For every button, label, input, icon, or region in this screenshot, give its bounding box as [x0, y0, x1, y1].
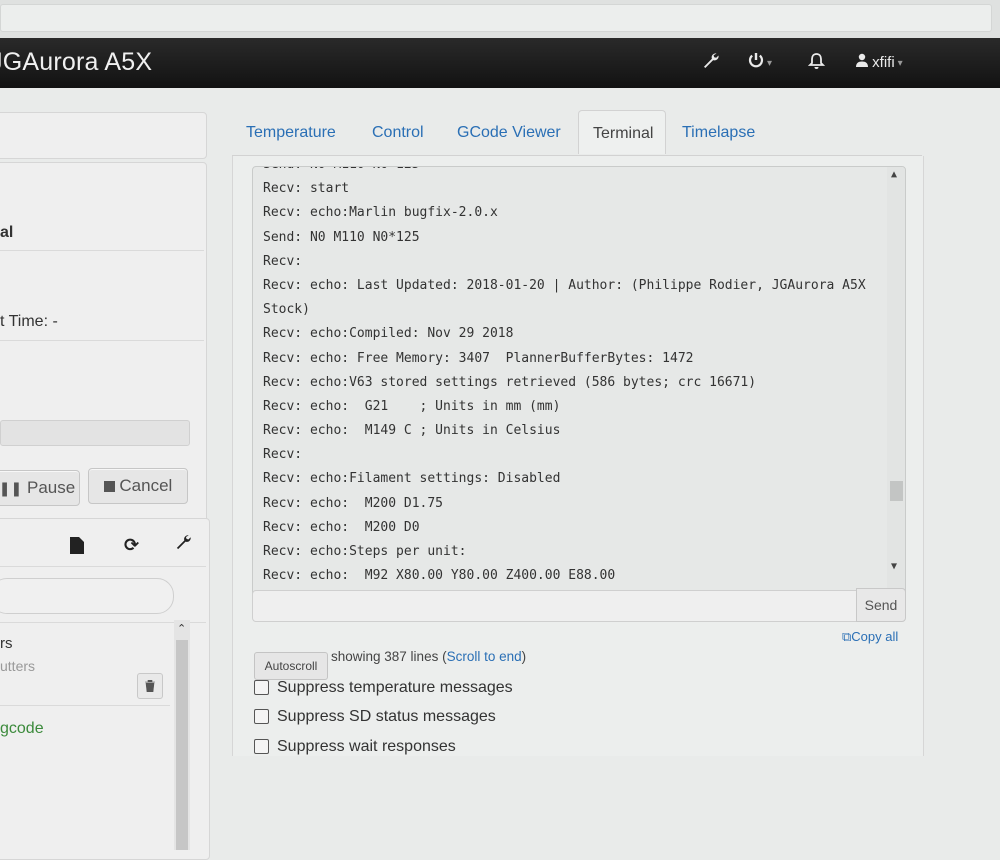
line-count-text: showing 387 lines (	[331, 649, 447, 664]
cancel-label: Cancel	[119, 476, 173, 495]
suppress-temperature-option[interactable]: Suppress temperature messages	[254, 679, 513, 697]
chevron-down-icon[interactable]: ▼	[891, 561, 897, 572]
wrench-icon[interactable]	[175, 534, 192, 556]
user-menu[interactable]: xfifi ▾	[856, 53, 903, 71]
scroll-to-end-link[interactable]: Scroll to end	[447, 649, 522, 664]
suppress-wait-checkbox[interactable]	[254, 739, 269, 755]
terminal-line: Recv: echo: Free Memory: 3407 PlannerBuf…	[263, 350, 694, 366]
power-icon[interactable]: ▾	[748, 52, 772, 73]
terminal-line: Recv: echo:Filament settings: Disabled	[263, 471, 561, 487]
terminal-line: Recv: echo: M149 C ; Units in Celsius	[263, 423, 561, 439]
connection-panel	[0, 112, 207, 159]
print-time-label: t Time: -	[0, 313, 58, 330]
copy-all-label: Copy all	[851, 629, 899, 644]
send-button[interactable]: Send	[856, 588, 906, 622]
cancel-button[interactable]: Cancel	[88, 468, 188, 504]
divider	[0, 566, 206, 567]
copy-all-link[interactable]: ⧉Copy all	[842, 629, 898, 645]
scroll-thumb[interactable]	[890, 481, 903, 501]
suppress-temperature-label: Suppress temperature messages	[277, 679, 513, 696]
file-list-item-meta: utters	[0, 658, 36, 674]
file-icon[interactable]	[70, 537, 84, 559]
sidebar: al t Time: - ❚❚ Pause Cancel ⟳ rs utters…	[0, 100, 210, 860]
delete-file-button[interactable]	[137, 673, 163, 699]
terminal-line: Recv: echo: M200 D1.75	[263, 495, 444, 511]
terminal-line: Recv: echo:Steps per unit:	[263, 544, 467, 559]
terminal-line: Recv:	[263, 447, 303, 463]
suppress-sd-status-label: Suppress SD status messages	[277, 708, 496, 725]
terminal-line: Recv: echo: M200 D0	[263, 519, 420, 535]
terminal-line: Recv: echo: M92 X80.00 Y80.00 Z400.00 E8…	[263, 568, 616, 584]
refresh-icon[interactable]: ⟳	[124, 535, 139, 556]
address-bar[interactable]	[0, 4, 992, 32]
printer-title: JGAurora A5X	[0, 48, 153, 76]
tab-timelapse[interactable]: Timelapse	[682, 124, 755, 142]
terminal-line: Send: N0 M110 N0*125	[263, 167, 875, 177]
tab-underline	[232, 155, 922, 156]
line-count-status: showing 387 lines (Scroll to end)	[331, 649, 526, 664]
file-list-item-gcode[interactable]: gcode	[0, 720, 44, 738]
divider	[0, 705, 170, 706]
terminal-lines: Send: N0 M110 N0*125 Recv: start Recv: ech…	[263, 167, 875, 607]
state-label: al	[0, 224, 14, 241]
terminal-line: Recv: echo: Last Updated: 2018-01-20 | A…	[263, 277, 866, 293]
copy-icon: ⧉	[842, 629, 852, 644]
terminal-line: Recv:	[263, 253, 303, 269]
terminal-line: Recv: start	[263, 181, 350, 197]
terminal-line: Recv: echo:Compiled: Nov 29 2018	[263, 326, 514, 342]
suppress-sd-status-option[interactable]: Suppress SD status messages	[254, 708, 496, 726]
terminal-line: Recv: echo: G21 ; Units in mm (mm)	[263, 398, 561, 414]
chevron-up-icon[interactable]: ▲	[891, 169, 897, 180]
tab-temperature[interactable]: Temperature	[246, 124, 336, 142]
terminal-line: Send: N0 M110 N0*125	[263, 229, 420, 245]
tab-control[interactable]: Control	[372, 124, 424, 142]
tab-terminal[interactable]: Terminal	[578, 110, 666, 154]
tab-gcode-viewer[interactable]: GCode Viewer	[457, 124, 561, 142]
command-input[interactable]	[252, 590, 858, 622]
suppress-wait-option[interactable]: Suppress wait responses	[254, 738, 456, 756]
stop-icon	[103, 481, 115, 492]
scroll-thumb[interactable]	[176, 640, 188, 850]
chevron-down-icon: ▾	[897, 57, 903, 69]
top-navbar: JGAurora A5X ▾ xfifi ▾	[0, 38, 1000, 88]
terminal-line: Stock)	[263, 302, 310, 318]
chevron-down-icon: ▾	[767, 57, 773, 69]
terminal-scrollbar[interactable]: ▲ ▼	[887, 167, 905, 607]
suppress-temperature-checkbox[interactable]	[254, 680, 269, 696]
file-list-item-name[interactable]: rs	[0, 635, 13, 652]
browser-chrome	[0, 0, 1000, 38]
chevron-up-icon[interactable]: ⌃	[177, 622, 186, 635]
terminal-line: Recv: echo:V63 stored settings retrieved…	[263, 374, 757, 390]
autoscroll-button[interactable]: Autoscroll	[254, 652, 328, 680]
terminal-line: Recv: echo:Marlin bugfix-2.0.x	[263, 205, 498, 221]
file-list-scrollbar[interactable]: ⌃	[174, 620, 190, 850]
bell-icon[interactable]	[807, 52, 826, 75]
suppress-sd-status-checkbox[interactable]	[254, 709, 269, 725]
terminal-output[interactable]: Send: N0 M110 N0*125 Recv: start Recv: ech…	[252, 166, 906, 608]
progress-bar	[0, 420, 190, 446]
username: xfifi	[872, 54, 895, 71]
pause-button[interactable]: ❚❚ Pause	[0, 470, 80, 506]
pause-label: Pause	[27, 478, 76, 497]
suppress-wait-label: Suppress wait responses	[277, 738, 456, 755]
tab-bar: Temperature Control GCode Viewer Termina…	[230, 110, 930, 156]
divider	[0, 340, 204, 341]
pause-icon: ❚❚	[0, 480, 23, 496]
line-count-suffix: )	[521, 649, 527, 664]
trash-icon	[145, 679, 155, 693]
file-search-input[interactable]	[0, 578, 174, 614]
divider	[0, 250, 204, 251]
wrench-icon[interactable]	[702, 52, 720, 75]
user-icon	[856, 53, 868, 67]
